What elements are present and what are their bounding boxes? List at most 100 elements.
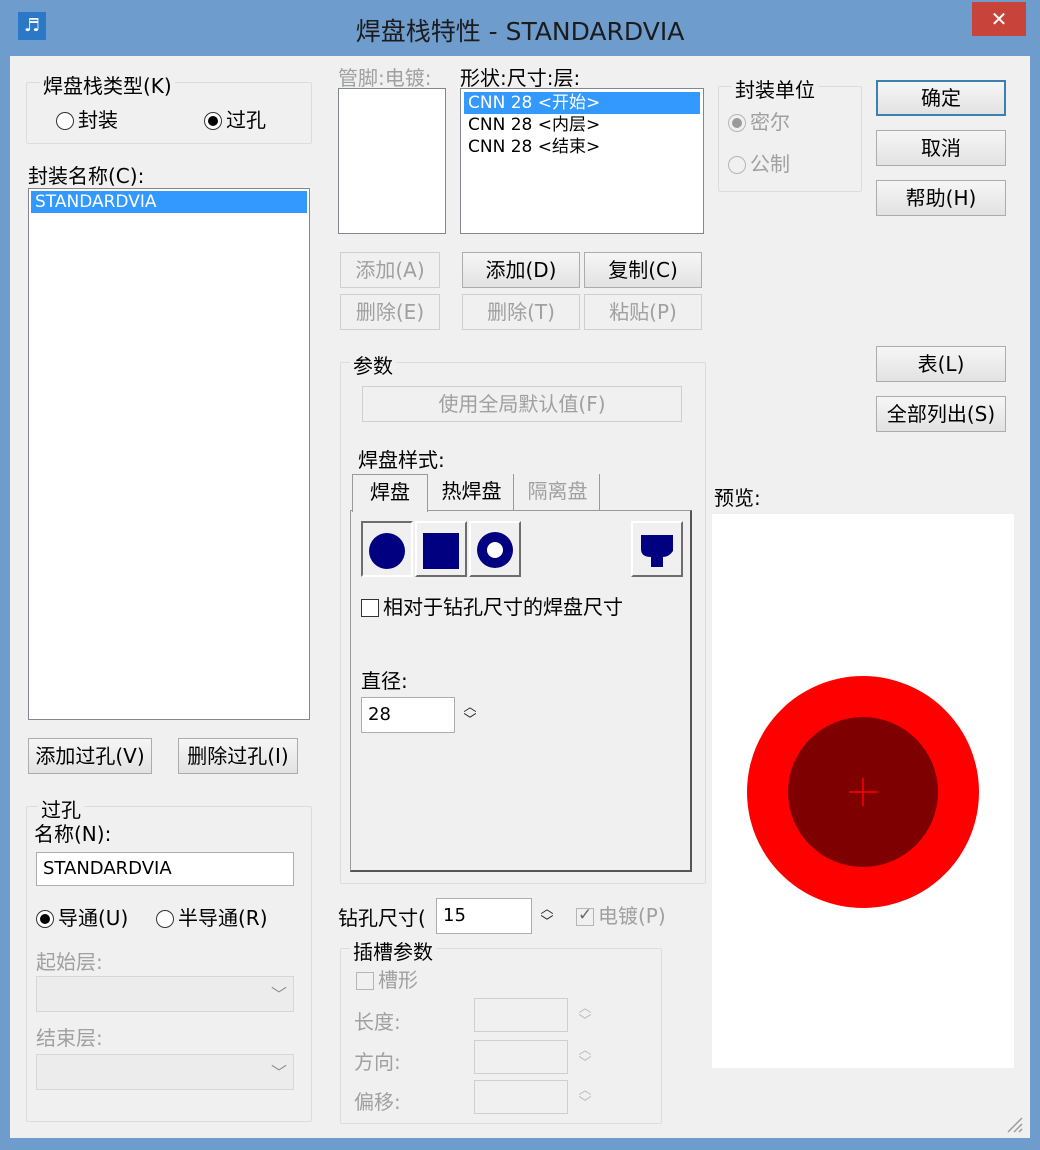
- dialog-window: ♬ 焊盘栈特性 - STANDARDVIA ✕ 焊盘栈类型(K) 封装 过孔 封…: [0, 0, 1040, 1150]
- close-button[interactable]: ✕: [972, 2, 1026, 36]
- delete-via-button[interactable]: 删除过孔(I): [178, 738, 298, 774]
- radio-through[interactable]: 导通(U): [36, 902, 128, 931]
- radio-mil-circle[interactable]: [728, 114, 746, 132]
- length-spin-icon[interactable]: ︿ ﹀: [576, 1002, 594, 1028]
- diameter-input[interactable]: 28: [361, 697, 455, 733]
- via-name-input[interactable]: STANDARDVIA: [36, 852, 294, 886]
- help-button[interactable]: 帮助(H): [876, 180, 1006, 216]
- radio-partial-circle[interactable]: [156, 910, 174, 928]
- pins-label: 管脚:电镀:: [338, 66, 432, 90]
- length-input[interactable]: [474, 998, 568, 1032]
- resize-grip-icon[interactable]: [1004, 1114, 1024, 1134]
- add-via-button[interactable]: 添加过孔(V): [28, 738, 152, 774]
- stack-type-label: 焊盘栈类型(K): [40, 70, 175, 99]
- list-item[interactable]: CNN 28 <内层>: [464, 114, 700, 136]
- preview-label: 预览:: [714, 486, 761, 510]
- relative-size-label: 相对于钻孔尺寸的焊盘尺寸: [383, 595, 623, 619]
- shape-paste-button[interactable]: 粘贴(P): [584, 294, 702, 330]
- radio-package-circle[interactable]: [56, 112, 74, 130]
- slot-label: 插槽参数: [350, 936, 436, 965]
- circle-shape-icon: [369, 533, 405, 569]
- radio-via-label: 过孔: [226, 108, 266, 132]
- title-bar[interactable]: ♬ 焊盘栈特性 - STANDARDVIA ✕: [0, 0, 1040, 56]
- chevron-down-icon: ﹀: [270, 1063, 287, 1082]
- window-title: 焊盘栈特性 - STANDARDVIA: [355, 17, 685, 46]
- radio-through-label: 导通(U): [58, 906, 129, 930]
- radio-metric[interactable]: 公制: [728, 148, 790, 177]
- slotted-checkbox[interactable]: 槽形: [356, 964, 418, 993]
- pins-add-button[interactable]: 添加(A): [340, 252, 440, 288]
- shape-delete-button[interactable]: 删除(T): [462, 294, 580, 330]
- package-name-label: 封装名称(C):: [28, 164, 145, 188]
- annular-shape-button[interactable]: [469, 521, 521, 577]
- radio-through-circle[interactable]: [36, 910, 54, 928]
- shape-size-layer-list[interactable]: CNN 28 <开始> CNN 28 <内层> CNN 28 <结束>: [460, 88, 704, 234]
- direction-label: 方向:: [354, 1050, 401, 1074]
- tab-thermal[interactable]: 热焊盘: [430, 474, 514, 510]
- drill-size-input[interactable]: 15: [436, 898, 532, 934]
- pins-delete-button[interactable]: 删除(E): [340, 294, 440, 330]
- end-layer-label: 结束层:: [36, 1026, 103, 1050]
- plated-check[interactable]: [576, 905, 594, 926]
- radio-package[interactable]: 封装: [56, 104, 118, 133]
- table-button[interactable]: 表(L): [876, 346, 1006, 382]
- slotted-label: 槽形: [378, 968, 418, 992]
- custom-shape-button[interactable]: [631, 521, 683, 577]
- params-label: 参数: [350, 350, 396, 379]
- radio-via[interactable]: 过孔: [204, 104, 266, 133]
- square-shape-icon: [423, 533, 459, 569]
- radio-package-label: 封装: [78, 108, 118, 132]
- tab-pad-panel: 相对于钻孔尺寸的焊盘尺寸 直径: 28 ︿ ﹀: [350, 510, 692, 872]
- close-icon: ✕: [990, 7, 1008, 31]
- ok-button[interactable]: 确定: [876, 80, 1006, 116]
- direction-input[interactable]: [474, 1040, 568, 1074]
- direction-spin-icon[interactable]: ︿ ﹀: [576, 1044, 594, 1070]
- radio-mil-label: 密尔: [750, 110, 790, 134]
- units-label: 封装单位: [732, 74, 818, 103]
- radio-partial-label: 半导通(R): [178, 906, 268, 930]
- start-layer-select[interactable]: ﹀: [36, 976, 294, 1012]
- list-item[interactable]: CNN 28 <结束>: [464, 136, 700, 158]
- cancel-button[interactable]: 取消: [876, 130, 1006, 166]
- dialog-client-area: 焊盘栈类型(K) 封装 过孔 封装名称(C): STANDARDVIA 添加过孔…: [10, 56, 1030, 1138]
- end-layer-select[interactable]: ﹀: [36, 1054, 294, 1090]
- drill-size-label: 钻孔尺寸(: [338, 906, 426, 930]
- drill-spin-icon[interactable]: ︿ ﹀: [538, 903, 556, 929]
- offset-spin-icon[interactable]: ︿ ﹀: [576, 1084, 594, 1110]
- list-all-button[interactable]: 全部列出(S): [876, 396, 1006, 432]
- pad-style-label: 焊盘样式:: [358, 448, 445, 472]
- radio-via-circle[interactable]: [204, 112, 222, 130]
- use-global-defaults-button[interactable]: 使用全局默认值(F): [362, 386, 682, 422]
- pins-list[interactable]: [338, 88, 446, 234]
- radio-partial[interactable]: 半导通(R): [156, 902, 268, 931]
- round-shape-button[interactable]: [361, 521, 413, 577]
- package-name-list[interactable]: STANDARDVIA: [28, 188, 310, 720]
- radio-mil[interactable]: 密尔: [728, 106, 790, 135]
- plated-label: 电镀(P): [598, 904, 666, 928]
- pad-preview-graphic: [747, 676, 979, 908]
- list-item[interactable]: STANDARDVIA: [31, 191, 307, 213]
- tab-antipad[interactable]: 隔离盘: [516, 474, 600, 510]
- pad-style-tabs: 焊盘 热焊盘 隔离盘 相对于钻孔尺寸的焊盘尺寸 直径: 28 ︿ ﹀: [350, 474, 694, 874]
- preview-canvas: [712, 514, 1014, 1068]
- square-shape-button[interactable]: [415, 521, 467, 577]
- relative-size-checkbox[interactable]: 相对于钻孔尺寸的焊盘尺寸: [361, 591, 623, 620]
- diameter-label: 直径:: [361, 669, 408, 693]
- offset-label: 偏移:: [354, 1090, 401, 1114]
- list-item[interactable]: CNN 28 <开始>: [464, 92, 700, 114]
- offset-input[interactable]: [474, 1080, 568, 1114]
- radio-metric-circle[interactable]: [728, 156, 746, 174]
- plated-checkbox[interactable]: 电镀(P): [576, 900, 666, 929]
- custom-shape-icon: [641, 535, 673, 567]
- length-label: 长度:: [354, 1010, 401, 1034]
- annulus-shape-icon: [477, 532, 513, 568]
- relative-size-check[interactable]: [361, 599, 379, 617]
- diameter-spin-icon[interactable]: ︿ ﹀: [461, 701, 479, 727]
- radio-metric-label: 公制: [750, 152, 790, 176]
- shape-add-button[interactable]: 添加(D): [462, 252, 580, 288]
- chevron-down-icon: ﹀: [270, 985, 287, 1004]
- slotted-check[interactable]: [356, 972, 374, 990]
- shape-copy-button[interactable]: 复制(C): [584, 252, 702, 288]
- tab-pad[interactable]: 焊盘: [352, 474, 428, 512]
- start-layer-label: 起始层:: [36, 950, 103, 974]
